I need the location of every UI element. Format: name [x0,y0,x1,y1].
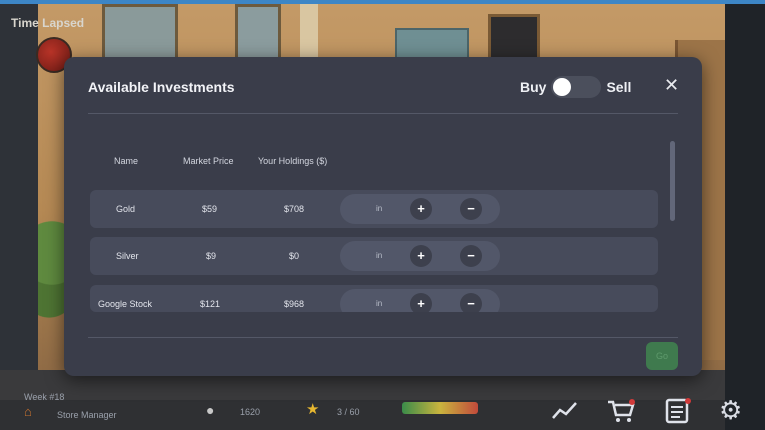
confirm-button[interactable]: Go [646,342,678,370]
buy-sell-toggle[interactable]: Buy Sell [520,75,631,99]
time-lapsed-label: Time Lapsed [11,16,85,30]
row-name: Google Stock [98,299,153,309]
potted-plant [38,220,66,330]
increase-button[interactable]: + [410,198,432,220]
buy-sell-switch[interactable] [551,76,602,98]
coin-count: 1620 [240,407,261,417]
increase-button[interactable]: + [410,245,432,267]
cart-icon[interactable] [606,398,636,428]
list-icon[interactable] [664,397,692,429]
header-divider [88,113,678,114]
amount-input[interactable]: in [376,237,382,275]
sell-label: Sell [606,79,632,95]
satisfaction-meter [402,402,478,414]
column-header-name: Name [114,156,139,166]
store-icon: ⌂ [24,404,32,419]
week-label: Week #18 [24,392,65,402]
row-holdings: $968 [284,299,305,309]
row-market-price: $9 [206,251,217,261]
row-holdings: $0 [289,251,300,261]
close-icon[interactable]: ✕ [664,76,679,94]
decrease-button[interactable]: − [460,198,482,220]
rating-count: 3 / 60 [337,407,360,417]
gear-icon[interactable]: ⚙ [719,397,742,423]
list-scrollbar[interactable] [670,141,675,221]
row-market-price: $121 [200,299,221,309]
investment-row-google-stock: Google Stock $121 $968 in + − [90,285,658,312]
column-header-holdings: Your Holdings ($) [258,156,328,166]
investment-row-gold: Gold $59 $708 in + − [90,190,658,228]
footer-divider [88,337,678,338]
window-top-frame [0,0,765,4]
amount-input[interactable]: in [376,285,382,312]
investment-row-silver: Silver $9 $0 in + − [90,237,658,275]
shop-window [235,4,281,65]
investments-modal: Available Investments Buy Sell ✕ Name Ma… [64,57,702,376]
decrease-button[interactable]: − [460,245,482,267]
right-wall-edge [725,0,765,430]
row-name: Silver [116,251,139,261]
column-header-market-price: Market Price [183,156,234,166]
row-holdings: $708 [284,204,305,214]
left-wall-edge [0,0,38,380]
buy-label: Buy [520,79,547,95]
switch-knob[interactable] [553,78,572,96]
role-label: Store Manager [57,410,117,420]
row-market-price: $59 [202,204,218,214]
amount-input[interactable]: in [376,190,382,228]
coin-icon: ● [206,402,215,418]
modal-title: Available Investments [88,79,235,95]
row-name: Gold [116,204,136,214]
decrease-button[interactable]: − [460,293,482,312]
star-icon: ★ [306,401,320,418]
chart-icon[interactable] [551,400,579,426]
increase-button[interactable]: + [410,293,432,312]
